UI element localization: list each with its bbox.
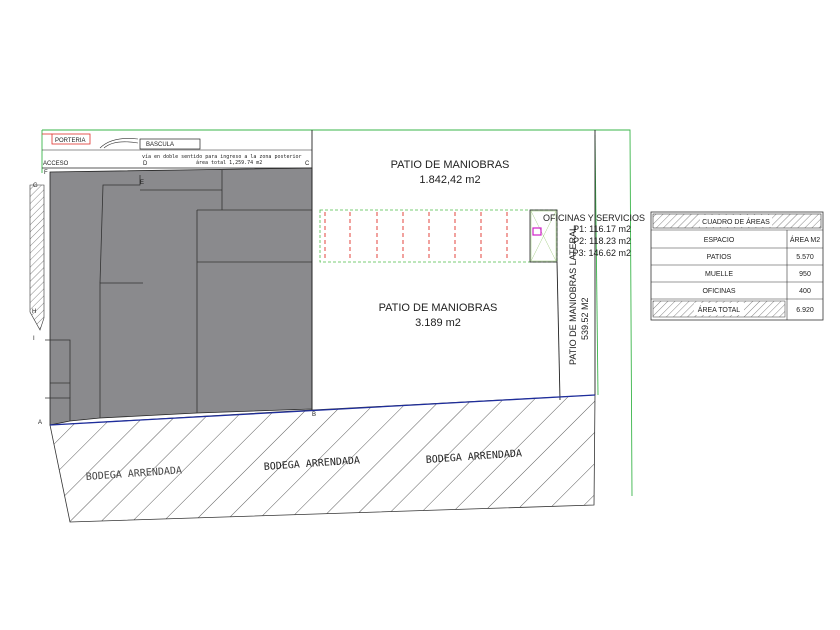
loading-docks [319, 209, 558, 263]
bascula-label: BASCULA [146, 142, 174, 148]
areas-table-row-name: MUELLE [705, 271, 733, 278]
point-a: A [38, 420, 42, 426]
point-d: D [143, 161, 148, 167]
areas-table-header-space: ESPACIO [704, 237, 735, 244]
areas-table-title: CUADRO DE ÁREAS [702, 217, 770, 226]
point-g: G [33, 183, 38, 189]
areas-table-row-value: 5.570 [796, 254, 814, 261]
areas-table [650, 211, 824, 321]
point-b: B [312, 412, 316, 418]
floor-plan: PORTERIA BASCULA ACCESO vía en doble sen… [29, 129, 824, 523]
areas-table-total-value: 6.920 [796, 307, 814, 314]
point-e: E [140, 180, 144, 186]
patio-lateral-area: 539.52 M2 [580, 297, 590, 340]
porteria-label: PORTERIA [55, 138, 86, 144]
areas-table-row-value: 400 [799, 288, 811, 295]
oficinas-title: OFICINAS Y SERVICIOS [543, 213, 645, 223]
patio-top-area: 1.842,42 m2 [419, 174, 480, 186]
point-i: I [33, 336, 35, 342]
areas-table-row-name: PATIOS [707, 254, 732, 261]
point-f: F [44, 170, 48, 176]
patio-top-title: PATIO DE MANIOBRAS [391, 159, 510, 171]
oficinas-p2: P2: 118.23 m2 [573, 236, 631, 246]
areas-table-row-value: 950 [799, 271, 811, 278]
areas-table-total-label: ÁREA TOTAL [698, 305, 741, 314]
acceso-label: ACCESO [43, 161, 69, 167]
oficinas-p3: P3: 146.62 m2 [572, 248, 631, 258]
access-road-note: vía en doble sentido para ingreso a la z… [142, 153, 302, 160]
patio-lateral-title: PATIO DE MANIOBRAS LATERAL [568, 226, 578, 365]
patio-mid-title: PATIO DE MANIOBRAS [379, 302, 498, 314]
point-h: H [32, 309, 36, 315]
access-road-area: área total 1,259.74 m2 [196, 159, 262, 166]
point-c: C [305, 161, 310, 167]
oficinas-p1: P1: 116.17 m2 [573, 224, 631, 234]
main-building [49, 167, 313, 426]
areas-table-row-name: OFICINAS [702, 288, 735, 295]
patio-mid-area: 3.189 m2 [415, 317, 461, 329]
yard-outlines [311, 130, 596, 410]
areas-table-header-area: ÁREA M2 [790, 235, 820, 244]
